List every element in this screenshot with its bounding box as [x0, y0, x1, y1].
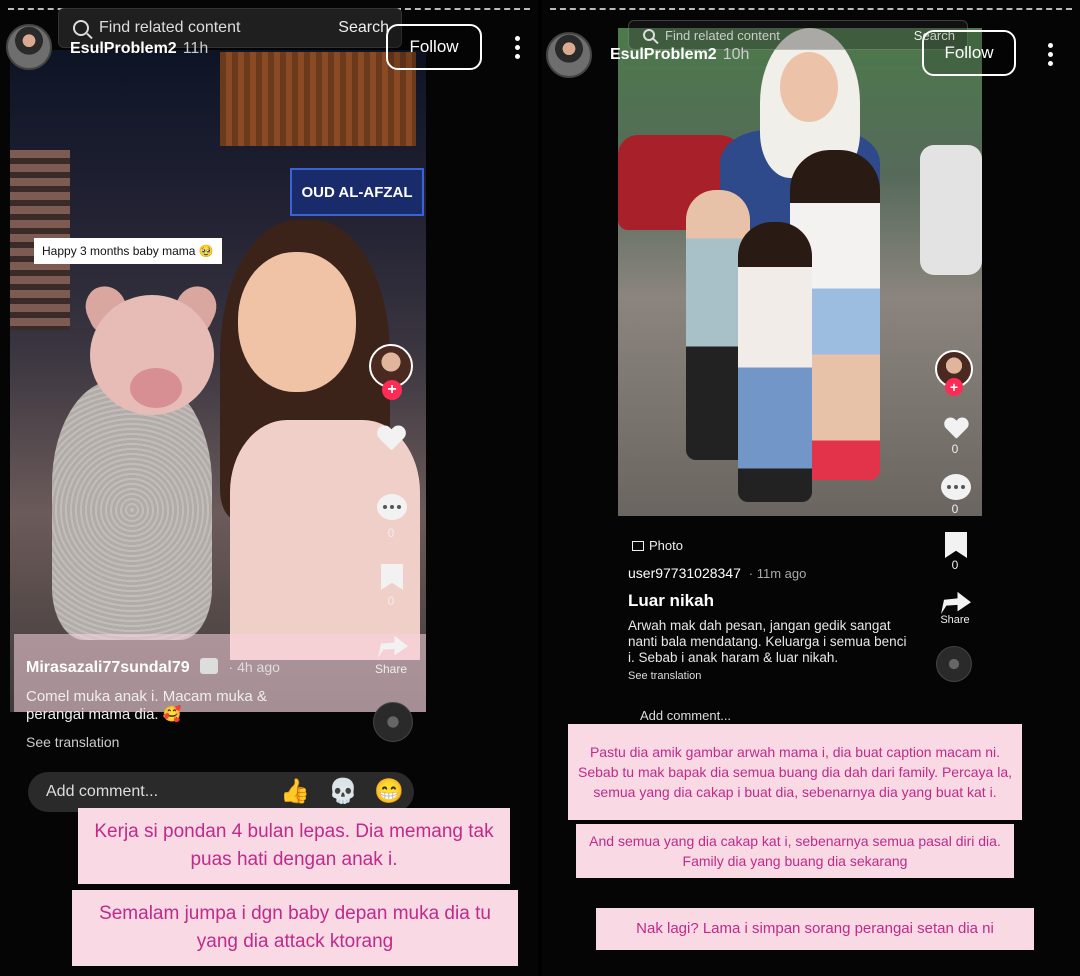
follow-button[interactable]: Follow	[386, 24, 482, 70]
search-input[interactable]: Find related content	[665, 28, 780, 43]
comment-count: 0	[951, 502, 959, 516]
photo-icon	[632, 540, 644, 551]
username-text[interactable]: EsulProblem2	[610, 46, 717, 63]
mother-figure-face	[780, 52, 838, 122]
caption-line: Comel muka anak i. Macam muka &	[26, 688, 267, 705]
follow-plus-icon[interactable]: +	[382, 380, 402, 400]
caption-line: perangai mama dia. 🥰	[26, 706, 182, 723]
music-disc-icon[interactable]	[936, 646, 972, 682]
story-username[interactable]: EsulProblem2 10h	[610, 46, 749, 64]
photo-badge-label: Photo	[649, 538, 683, 553]
search-icon	[643, 29, 655, 41]
search-button[interactable]: Search	[338, 19, 389, 37]
search-input[interactable]: Find related content	[99, 19, 240, 37]
story-username[interactable]: EsulProblem2 11h	[70, 40, 208, 58]
follow-plus-icon[interactable]: +	[945, 378, 963, 396]
photo-sticker-text: Happy 3 months baby mama 🥹	[34, 238, 222, 264]
more-options-icon[interactable]	[1045, 43, 1055, 66]
music-disc-icon[interactable]	[373, 702, 413, 742]
like-heart-icon[interactable]	[944, 418, 968, 440]
save-count: 0	[387, 594, 395, 608]
photo-type-icon	[200, 658, 219, 674]
shop-awning	[220, 52, 416, 146]
see-translation-link[interactable]: See translation	[26, 734, 119, 750]
post-author[interactable]: Mirasazali77sundal79 · 4h ago	[26, 658, 280, 677]
post-title: Luar nikah	[628, 591, 714, 610]
share-label[interactable]: Share	[935, 614, 975, 626]
story-time: 10h	[722, 46, 750, 63]
post-author-name[interactable]: user97731028347	[628, 565, 741, 581]
skull-emoji-icon[interactable]: 💀	[328, 778, 358, 806]
post-time: · 4h ago	[228, 659, 280, 675]
like-count: 0	[951, 442, 959, 456]
save-count: 0	[951, 558, 959, 572]
username-text[interactable]: EsulProblem2	[70, 40, 177, 57]
story-text-overlay: Pastu dia amik gambar arwah mama i, dia …	[568, 724, 1022, 820]
woman-figure-face	[238, 252, 356, 392]
story-text-overlay: And semua yang dia cakap kat i, sebenarn…	[576, 824, 1014, 878]
post-body: Arwah mak dah pesan, jangan gedik sangat…	[628, 618, 907, 665]
share-label[interactable]: Share	[371, 662, 411, 676]
story-avatar[interactable]	[546, 32, 592, 78]
comment-icon[interactable]	[941, 474, 971, 500]
follow-button[interactable]: Follow	[922, 30, 1016, 76]
more-options-icon[interactable]	[512, 36, 522, 59]
story-text-overlay: Semalam jumpa i dgn baby depan muka dia …	[72, 890, 518, 966]
post-time: · 11m ago	[748, 566, 807, 581]
story-progress-bar	[550, 8, 1072, 11]
grin-emoji-icon[interactable]: 😁	[374, 778, 404, 806]
comment-icon[interactable]	[377, 494, 407, 520]
story-time: 11h	[182, 40, 209, 57]
shop-sign: OUD AL-AFZAL	[290, 168, 424, 216]
story-left: OUD AL-AFZAL Happy 3 months baby mama 🥹 …	[0, 0, 538, 976]
photo-badge: Photo	[632, 538, 683, 553]
see-translation-link[interactable]: See translation	[628, 670, 701, 682]
child-figure	[738, 222, 812, 502]
thumbs-up-emoji-icon[interactable]: 👍	[280, 778, 310, 806]
post-author[interactable]: user97731028347 · 11m ago	[628, 565, 806, 581]
story-avatar[interactable]	[6, 24, 52, 70]
post-author-name[interactable]: Mirasazali77sundal79	[26, 659, 190, 676]
search-icon	[73, 20, 89, 36]
story-text-overlay: Kerja si pondan 4 bulan lepas. Dia meman…	[78, 808, 510, 884]
comment-count: 0	[387, 526, 395, 540]
pig-figure-body	[52, 380, 212, 640]
post-photo-pig[interactable]: OUD AL-AFZAL Happy 3 months baby mama 🥹	[10, 50, 426, 712]
post-caption: Comel muka anak i. Macam muka & perangai…	[26, 688, 267, 724]
woman-figure-shirt	[230, 420, 420, 660]
like-heart-icon[interactable]	[377, 426, 405, 452]
pig-figure-snout	[130, 368, 182, 408]
parked-car-white	[920, 145, 982, 275]
story-text-overlay: Nak lagi? Lama i simpan sorang perangai …	[596, 908, 1034, 950]
